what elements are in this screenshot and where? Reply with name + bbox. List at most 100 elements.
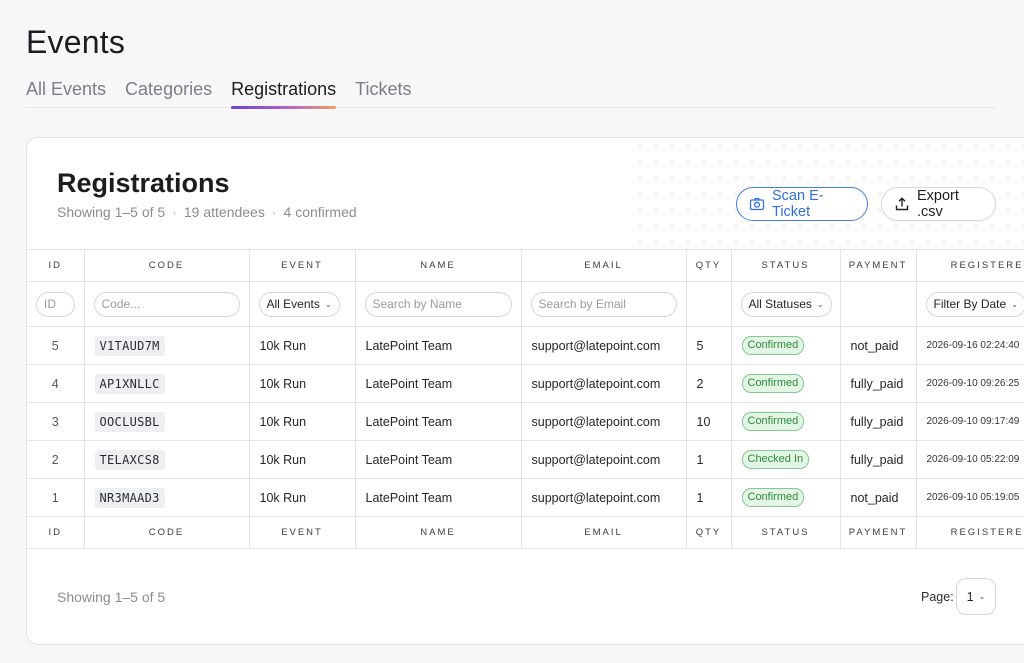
attendee-count: 19 attendees [183, 204, 265, 220]
cell-status: Confirmed [730, 364, 841, 403]
cell-event: 10k Run [248, 326, 356, 365]
card-title: Registrations [57, 168, 230, 198]
column-header-event[interactable]: EVENT [248, 249, 356, 282]
cell-registered: 2026-09-16 02:24:40 [915, 326, 1024, 365]
ticket-code: OOCLUSBL [94, 411, 165, 432]
filter-cell-email [520, 281, 687, 327]
cell-email: support@latepoint.com [520, 326, 687, 365]
cell-qty: 10 [685, 402, 732, 441]
chevron-down-icon: ⌄ [978, 592, 986, 601]
tab-bar: All Events Categories Registrations Tick… [26, 78, 996, 109]
column-header-email[interactable]: EMAIL [520, 249, 687, 282]
filter-cell-id [27, 281, 85, 327]
tab-registrations[interactable]: Registrations [231, 78, 337, 109]
column-footer-payment[interactable]: PAYMENT [839, 516, 917, 549]
registrations-table: ID CODE EVENT NAME EMAIL QTY STATUS PAYM… [27, 249, 1024, 549]
filter-row: All Events ⌄ All Statuses ⌄ [27, 281, 1024, 327]
cell-qty: 1 [685, 440, 732, 479]
cell-id: 2 [27, 440, 85, 479]
cell-code: AP1XNLLC [83, 364, 250, 403]
column-header-qty[interactable]: QTY [685, 249, 732, 282]
table-row[interactable]: 3 OOCLUSBL 10k Run LatePoint Team suppor… [27, 402, 1024, 441]
table-row[interactable]: 5 V1TAUD7M 10k Run LatePoint Team suppor… [27, 326, 1024, 365]
cell-status: Confirmed [730, 326, 841, 365]
tab-all-events[interactable]: All Events [26, 78, 106, 108]
column-footer-email[interactable]: EMAIL [520, 516, 687, 549]
date-filter-select[interactable]: Filter By Date ⌄ [925, 291, 1024, 317]
cell-name: LatePoint Team [354, 402, 522, 441]
status-filter-select[interactable]: All Statuses ⌄ [740, 291, 832, 317]
column-footer-event[interactable]: EVENT [248, 516, 356, 549]
cell-payment: fully_paid [839, 402, 917, 441]
export-csv-label: Export .csv [917, 188, 959, 220]
card-summary: Showing 1–5 of 5 · 19 attendees · 4 conf… [57, 204, 357, 220]
cell-status: Checked In [730, 440, 841, 479]
column-header-registered[interactable]: REGISTERED [915, 249, 1024, 282]
status-filter-value: All Statuses [748, 297, 812, 311]
camera-icon [749, 196, 765, 212]
cell-email: support@latepoint.com [520, 440, 687, 479]
column-header-payment[interactable]: PAYMENT [839, 249, 917, 282]
column-footer-code[interactable]: CODE [83, 516, 250, 549]
summary-separator: · [271, 204, 277, 220]
footer-showing-count: Showing 1–5 of 5 [57, 589, 166, 605]
ticket-code: TELAXCS8 [94, 449, 165, 470]
scan-eticket-label: Scan E-Ticket [772, 188, 824, 220]
cell-event: 10k Run [248, 402, 356, 441]
cell-status: Confirmed [730, 402, 841, 441]
id-filter-input[interactable] [36, 291, 75, 317]
cell-event: 10k Run [248, 440, 356, 479]
event-filter-select[interactable]: All Events ⌄ [258, 291, 340, 317]
column-header-code[interactable]: CODE [83, 249, 250, 282]
filter-cell-event: All Events ⌄ [248, 281, 356, 327]
upload-icon [894, 196, 910, 212]
column-footer-name[interactable]: NAME [354, 516, 522, 549]
cell-name: LatePoint Team [354, 326, 522, 365]
cell-registered: 2026-09-10 05:22:09 [915, 440, 1024, 479]
chevron-down-icon: ⌄ [1011, 299, 1018, 309]
column-header-id[interactable]: ID [27, 249, 85, 282]
cell-code: V1TAUD7M [83, 326, 250, 365]
cell-email: support@latepoint.com [520, 478, 687, 517]
chevron-down-icon: ⌄ [324, 299, 332, 309]
cell-email: support@latepoint.com [520, 402, 687, 441]
cell-id: 3 [27, 402, 85, 441]
status-badge: Confirmed [741, 488, 805, 507]
code-filter-input[interactable] [93, 291, 240, 317]
cell-id: 1 [27, 478, 85, 517]
scan-eticket-button[interactable]: Scan E-Ticket [736, 187, 868, 221]
footer-header-row: ID CODE EVENT NAME EMAIL QTY STATUS PAYM… [27, 516, 1024, 549]
email-filter-input[interactable] [530, 291, 677, 317]
table-row[interactable]: 4 AP1XNLLC 10k Run LatePoint Team suppor… [27, 364, 1024, 403]
cell-status: Confirmed [730, 478, 841, 517]
name-filter-input[interactable] [364, 291, 512, 317]
page-select[interactable]: 1 ⌄ [956, 578, 996, 615]
export-csv-button[interactable]: Export .csv [881, 187, 996, 221]
table-row[interactable]: 2 TELAXCS8 10k Run LatePoint Team suppor… [27, 440, 1024, 479]
cell-qty: 5 [685, 326, 732, 365]
cell-code: OOCLUSBL [83, 402, 250, 441]
cell-payment: not_paid [839, 478, 917, 517]
cell-name: LatePoint Team [354, 440, 522, 479]
cell-qty: 2 [685, 364, 732, 403]
column-footer-registered[interactable]: REGISTERED [915, 516, 1024, 549]
column-header-name[interactable]: NAME [354, 249, 522, 282]
column-footer-qty[interactable]: QTY [685, 516, 732, 549]
status-badge: Confirmed [741, 336, 805, 355]
ticket-code: AP1XNLLC [94, 373, 165, 394]
filter-cell-payment [839, 281, 917, 327]
tab-tickets[interactable]: Tickets [355, 78, 411, 108]
cell-id: 5 [27, 326, 85, 365]
column-footer-status[interactable]: STATUS [730, 516, 841, 549]
cell-code: NR3MAAD3 [83, 478, 250, 517]
filter-cell-code [83, 281, 250, 327]
page-select-value: 1 [966, 589, 974, 604]
date-filter-value: Filter By Date [933, 297, 1007, 311]
column-header-status[interactable]: STATUS [730, 249, 841, 282]
column-footer-id[interactable]: ID [27, 516, 85, 549]
ticket-code: V1TAUD7M [94, 335, 165, 356]
cell-registered: 2026-09-10 09:17:49 [915, 402, 1024, 441]
tab-categories[interactable]: Categories [125, 78, 212, 108]
table-row[interactable]: 1 NR3MAAD3 10k Run LatePoint Team suppor… [27, 478, 1024, 517]
cell-email: support@latepoint.com [520, 364, 687, 403]
